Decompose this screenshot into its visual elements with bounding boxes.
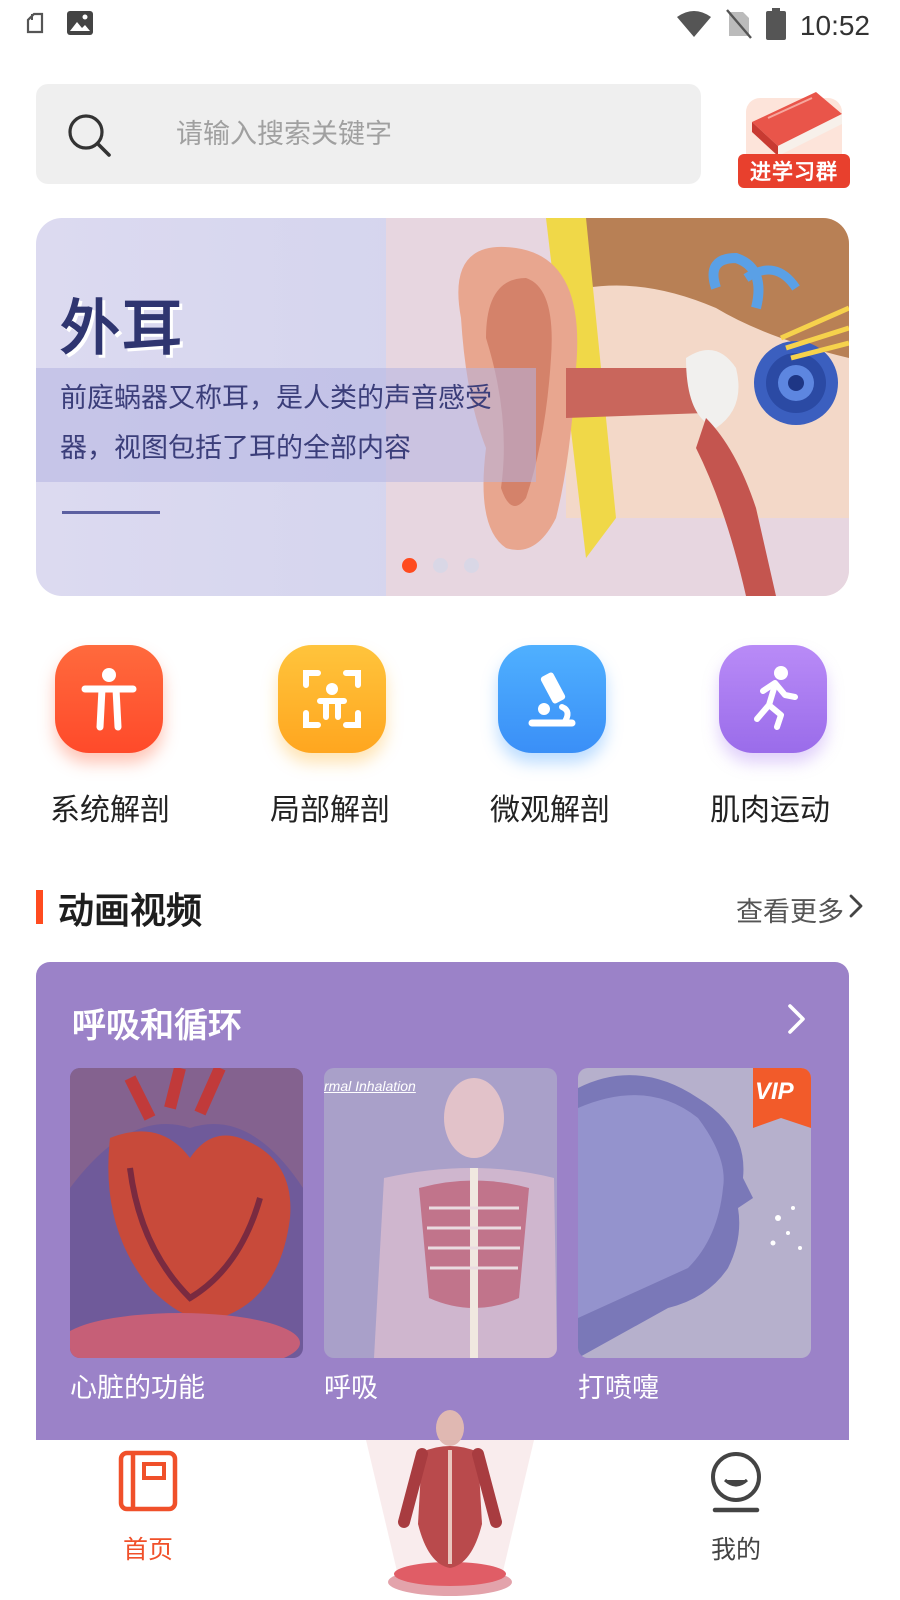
carousel-indicator	[402, 558, 479, 573]
carousel-dot[interactable]	[433, 558, 448, 573]
video-thumbnail-breathing[interactable]: rmal Inhalation	[324, 1068, 557, 1358]
video-group-title: 呼吸和循环	[72, 1006, 242, 1046]
video-group-card[interactable]: 呼吸和循环 心脏的功能 rmal Inhalation 呼吸 VIP 打喷嚏	[36, 962, 849, 1440]
image-icon	[66, 10, 94, 40]
vip-badge-text: VIP	[755, 1078, 794, 1105]
video-label: 打喷嚏	[578, 1373, 659, 1404]
running-icon	[719, 645, 827, 753]
study-group-label: 进学习群	[738, 154, 850, 188]
wifi-icon	[676, 10, 712, 42]
category-label: 局部解剖	[270, 793, 390, 828]
banner-divider	[62, 511, 160, 514]
banner-carousel[interactable]: 外耳 前庭蜗器又称耳，是人类的声音感受器，视图包括了耳的全部内容	[36, 218, 849, 596]
status-bar: 10:52	[0, 0, 900, 52]
video-thumbnail-heart[interactable]	[70, 1068, 303, 1358]
category-muscle-movement[interactable]: 肌肉运动	[670, 645, 860, 835]
category-micro-anatomy[interactable]: 微观解剖	[450, 645, 640, 835]
section-title: 动画视频	[58, 891, 203, 932]
video-thumbnail-sneeze[interactable]: VIP	[578, 1068, 811, 1358]
section-accent-bar	[36, 890, 43, 924]
nav-3d-model-button[interactable]	[360, 1404, 540, 1600]
chevron-right-icon[interactable]	[785, 1002, 809, 1036]
search-icon	[66, 112, 112, 158]
person-icon	[55, 645, 163, 753]
category-label: 系统解剖	[50, 793, 170, 828]
battery-icon	[765, 8, 786, 44]
video-overlay-text: rmal Inhalation	[324, 1078, 416, 1094]
carousel-dot[interactable]	[464, 558, 479, 573]
video-label: 心脏的功能	[70, 1373, 205, 1404]
nav-mine-label: 我的	[710, 1535, 761, 1564]
notification-icon	[22, 10, 48, 40]
profile-icon	[711, 1452, 761, 1513]
study-group-button[interactable]: 进学习群	[738, 84, 850, 192]
search-input[interactable]	[176, 84, 676, 184]
microscope-icon	[498, 645, 606, 753]
category-regional-anatomy[interactable]: 局部解剖	[230, 645, 420, 835]
category-label: 微观解剖	[490, 793, 610, 828]
category-system-anatomy[interactable]: 系统解剖	[10, 645, 200, 835]
vip-badge: VIP	[747, 1068, 811, 1128]
anatomy-model-icon	[366, 1410, 534, 1596]
breathing-thumbnail-image	[324, 1068, 557, 1358]
view-more-link[interactable]: 查看更多	[736, 890, 844, 929]
category-label: 肌肉运动	[710, 793, 830, 828]
no-sim-icon	[726, 9, 752, 43]
scan-person-icon	[278, 645, 386, 753]
search-bar[interactable]	[36, 84, 701, 184]
chevron-right-icon[interactable]	[846, 893, 866, 919]
carousel-dot-active[interactable]	[402, 558, 417, 573]
video-label: 呼吸	[324, 1373, 378, 1404]
banner-description: 前庭蜗器又称耳，是人类的声音感受器，视图包括了耳的全部内容	[60, 383, 492, 464]
clock: 10:52	[799, 10, 870, 41]
nav-home-label: 首页	[122, 1535, 173, 1564]
heart-thumbnail-image	[70, 1068, 303, 1358]
nav-home[interactable]: 首页	[100, 1450, 196, 1590]
category-grid: 系统解剖 局部解剖 微观解剖 肌肉运动	[0, 645, 900, 835]
home-icon	[118, 1450, 178, 1512]
nav-mine[interactable]: 我的	[688, 1450, 784, 1590]
banner-title: 外耳	[60, 294, 184, 364]
